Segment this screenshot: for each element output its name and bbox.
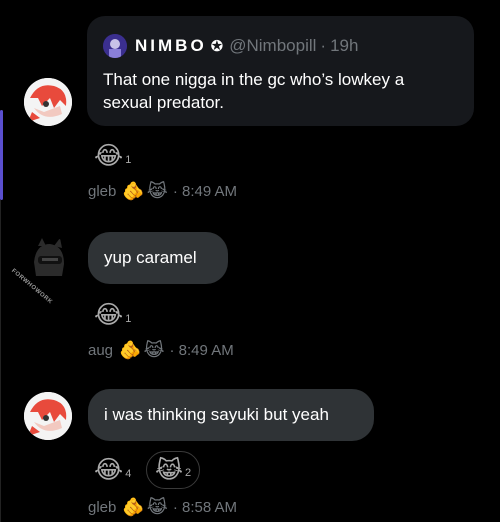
reaction-count: 2	[185, 467, 192, 479]
reaction-count: 4	[125, 468, 132, 480]
message-text: i was thinking sayuki but yeah	[104, 405, 329, 424]
avatar-gleb[interactable]	[24, 392, 72, 440]
reaction-count: 1	[125, 154, 132, 166]
sender-name: gleb	[88, 183, 117, 200]
anime-avatar-icon	[24, 392, 72, 440]
avatar-gleb[interactable]	[24, 78, 72, 126]
avatar-aug[interactable]	[24, 236, 72, 284]
message-meta: gleb 🫵 😹 · 8:58 AM	[88, 497, 237, 518]
reaction-button[interactable]: 😂 4	[94, 456, 131, 484]
message-time: · 8:49 AM	[172, 183, 238, 200]
anime-avatar-icon	[24, 78, 72, 126]
message-time: · 8:58 AM	[172, 499, 238, 516]
quoted-author-name[interactable]: NIMBO	[135, 36, 207, 56]
reaction-button[interactable]: 😂 1	[94, 301, 131, 329]
reaction-count: 1	[125, 313, 132, 325]
pointing-hand-icon: 🫵	[122, 181, 145, 201]
scroll-accent-bar	[0, 110, 3, 200]
masked-figure-avatar-icon	[24, 236, 72, 284]
quoted-author-avatar[interactable]	[103, 34, 127, 58]
reaction-button[interactable]: 😂 1	[94, 142, 131, 170]
quoted-tweet-age: 19h	[330, 36, 359, 55]
quoted-tweet-card[interactable]: NIMBO ✪ @Nimbopill · 19h That one nigga …	[87, 16, 474, 126]
laughing-emoji-icon: 😂	[94, 301, 124, 329]
laughing-emoji-icon: 😂	[94, 456, 124, 484]
scroll-track	[0, 200, 1, 522]
sender-name: aug	[88, 342, 114, 359]
laughing-cat-icon: 😹	[146, 497, 168, 517]
message-time: · 8:49 AM	[169, 342, 234, 359]
quoted-tweet-header: NIMBO ✪ @Nimbopill · 19h	[103, 32, 458, 60]
quoted-tweet-text: That one nigga in the gc who’s lowkey a …	[103, 70, 405, 112]
author-badge-icon: ✪	[210, 38, 224, 55]
sender-name: gleb	[88, 499, 117, 516]
laughing-cat-icon: 😹	[143, 340, 165, 360]
reaction-button-selected[interactable]: 😹 2	[146, 451, 201, 489]
message-bubble[interactable]: i was thinking sayuki but yeah	[88, 389, 374, 441]
message-meta: aug 🫵 😹 · 8:49 AM	[88, 340, 234, 361]
laughing-cat-icon: 😹	[155, 456, 184, 484]
laughing-emoji-icon: 😂	[94, 142, 124, 170]
message-text: yup caramel	[104, 248, 197, 267]
pointing-hand-icon: 🫵	[122, 497, 145, 517]
laughing-cat-icon: 😹	[146, 181, 168, 201]
header-separator: ·	[320, 36, 327, 55]
character-avatar-icon	[103, 34, 127, 58]
pointing-hand-icon: 🫵	[119, 340, 142, 360]
message-meta: gleb 🫵 😹 · 8:49 AM	[88, 181, 237, 202]
quoted-author-handle[interactable]: @Nimbopill	[229, 36, 316, 56]
message-bubble[interactable]: yup caramel	[88, 232, 228, 284]
